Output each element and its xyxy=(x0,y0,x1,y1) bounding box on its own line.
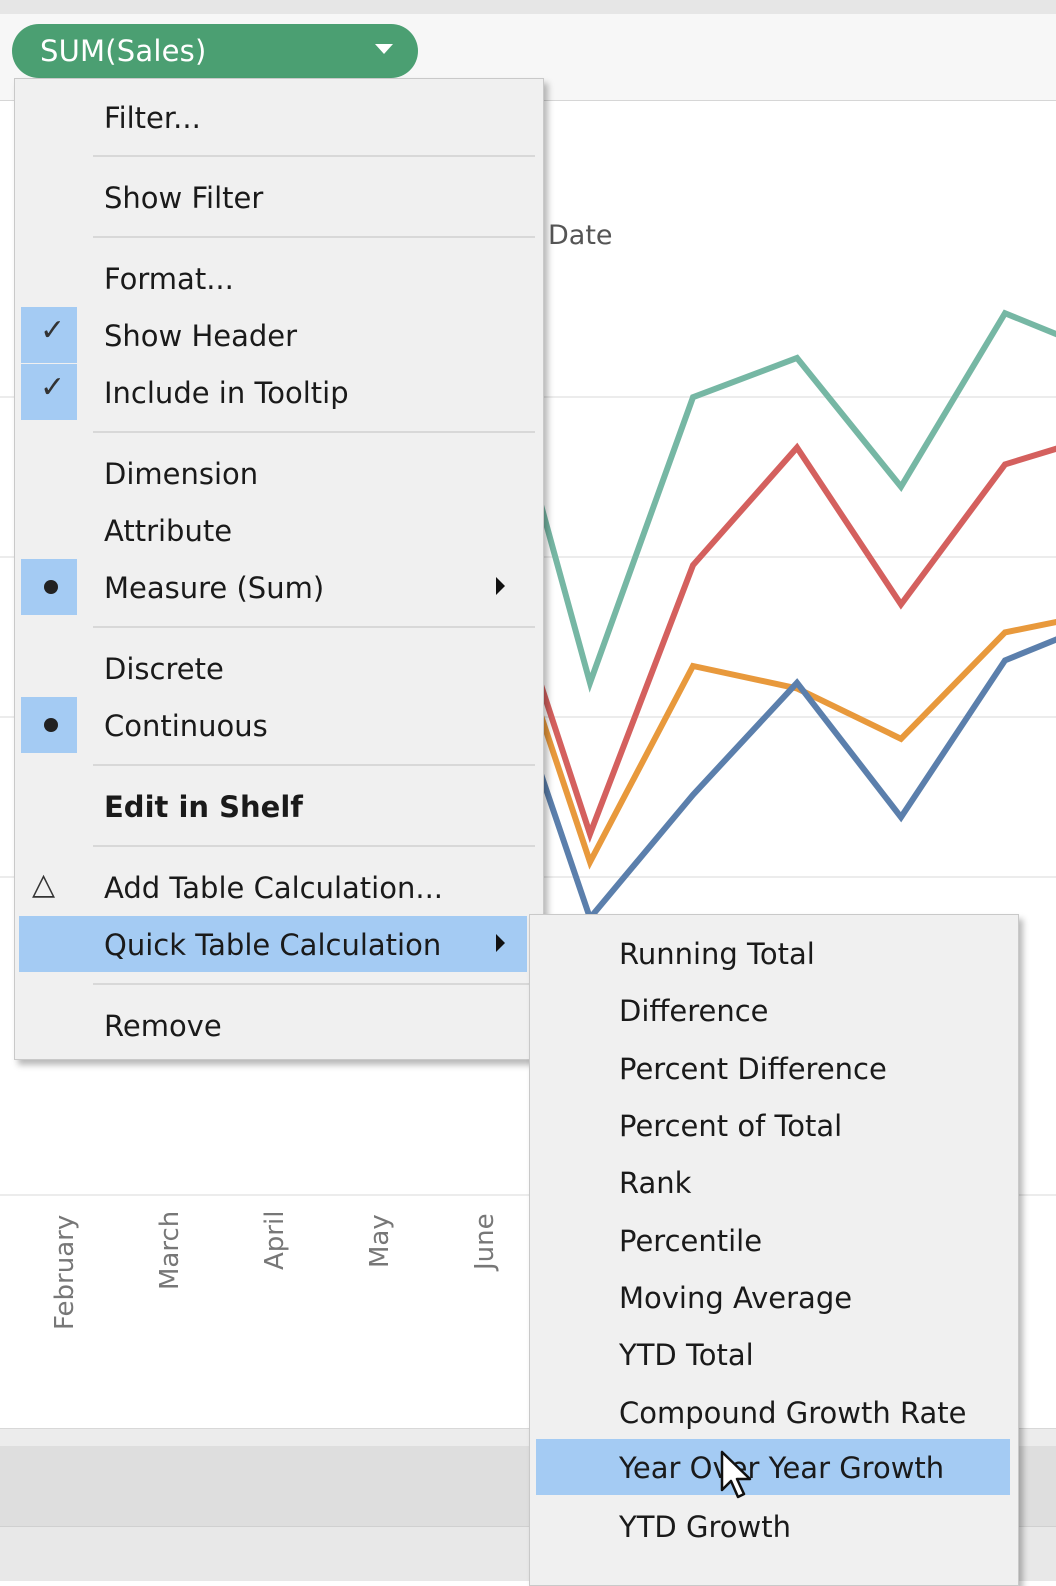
menu-item-format[interactable]: Format... xyxy=(15,250,543,306)
pill-label: SUM(Sales) xyxy=(40,34,207,68)
menu-divider xyxy=(93,431,535,433)
radio-cell xyxy=(21,559,77,615)
menu-item-label: Quick Table Calculation xyxy=(104,928,442,962)
month-label-june: June xyxy=(470,1213,500,1270)
submenu-item-label: Percentile xyxy=(619,1224,763,1258)
menu-item-show-header[interactable]: ✓ Show Header xyxy=(15,307,543,363)
submenu-item-percentile[interactable]: Percentile xyxy=(530,1212,1018,1268)
menu-item-label: Add Table Calculation... xyxy=(104,871,444,905)
menu-item-label: Measure (Sum) xyxy=(104,571,325,605)
menu-divider xyxy=(93,155,535,157)
menu-item-attribute[interactable]: Attribute xyxy=(15,502,543,558)
menu-item-label: Show Header xyxy=(104,319,298,353)
menu-item-add-table-calculation[interactable]: △ Add Table Calculation... xyxy=(15,859,543,915)
month-label-may: May xyxy=(365,1214,395,1268)
menu-item-label: Show Filter xyxy=(104,181,264,215)
submenu-item-label: Percent Difference xyxy=(619,1052,887,1086)
menu-item-label: Include in Tooltip xyxy=(104,376,349,410)
submenu-arrow-icon xyxy=(496,934,505,952)
checkmark-icon: ✓ xyxy=(40,370,66,405)
chart-title-fragment: Date xyxy=(548,220,613,251)
menu-item-label: Continuous xyxy=(104,709,268,743)
menu-item-measure-sum[interactable]: Measure (Sum) xyxy=(15,559,543,615)
month-label-march: March xyxy=(155,1210,185,1290)
menu-item-label: Discrete xyxy=(104,652,224,686)
menu-item-label: Filter... xyxy=(104,101,201,135)
submenu-item-label: Compound Growth Rate xyxy=(619,1396,967,1430)
submenu-item-compound-growth-rate[interactable]: Compound Growth Rate xyxy=(530,1384,1018,1440)
menu-divider xyxy=(93,764,535,766)
month-label-february: February xyxy=(50,1214,80,1330)
menu-item-label: Dimension xyxy=(104,457,259,491)
menu-item-remove[interactable]: Remove xyxy=(15,997,543,1053)
submenu-item-ytd-growth[interactable]: YTD Growth xyxy=(530,1498,1018,1554)
tableau-worksheet: SUM(Sales) Date February March April May… xyxy=(0,0,1056,1586)
submenu-item-label: Year Over Year Growth xyxy=(619,1451,945,1485)
submenu-item-label: Rank xyxy=(619,1166,692,1200)
menu-item-label: Remove xyxy=(104,1009,222,1043)
pill-context-menu: Filter... Show Filter Format... ✓ Show H… xyxy=(14,78,544,1060)
radio-dot-icon xyxy=(44,718,58,732)
checkmark-icon: ✓ xyxy=(40,313,66,348)
submenu-arrow-icon xyxy=(496,577,505,595)
radio-dot-icon xyxy=(44,580,58,594)
menu-item-label: Edit in Shelf xyxy=(104,790,303,824)
submenu-item-ytd-total[interactable]: YTD Total xyxy=(530,1326,1018,1382)
top-toolbar xyxy=(0,0,1056,15)
menu-item-edit-in-shelf[interactable]: Edit in Shelf xyxy=(15,778,543,834)
submenu-item-difference[interactable]: Difference xyxy=(530,982,1018,1038)
radio-cell xyxy=(21,697,77,753)
series-line-3 xyxy=(482,547,1056,870)
menu-divider xyxy=(93,845,535,847)
menu-item-dimension[interactable]: Dimension xyxy=(15,445,543,501)
submenu-item-label: Running Total xyxy=(619,937,815,971)
submenu-item-label: YTD Growth xyxy=(619,1510,791,1544)
menu-divider xyxy=(93,236,535,238)
menu-item-discrete[interactable]: Discrete xyxy=(15,640,543,696)
menu-item-label: Attribute xyxy=(104,514,233,548)
menu-item-label: Format... xyxy=(104,262,234,296)
check-cell: ✓ xyxy=(21,364,77,420)
check-cell: ✓ xyxy=(21,307,77,363)
submenu-item-percent-difference[interactable]: Percent Difference xyxy=(530,1040,1018,1096)
menu-item-quick-table-calculation[interactable]: Quick Table Calculation xyxy=(19,916,527,972)
menu-item-show-filter[interactable]: Show Filter xyxy=(15,169,543,225)
series-line-4 xyxy=(482,609,1056,925)
submenu-item-moving-average[interactable]: Moving Average xyxy=(530,1269,1018,1325)
submenu-item-label: Difference xyxy=(619,994,769,1028)
submenu-item-label: Moving Average xyxy=(619,1281,853,1315)
menu-divider xyxy=(93,626,535,628)
submenu-item-label: YTD Total xyxy=(619,1338,754,1372)
menu-divider xyxy=(93,983,535,985)
mouse-pointer-icon xyxy=(720,1450,752,1499)
menu-item-filter[interactable]: Filter... xyxy=(15,89,543,145)
quick-table-calculation-submenu: Running Total Difference Percent Differe… xyxy=(529,914,1019,1586)
series-line-2 xyxy=(482,442,1056,843)
series-line-1 xyxy=(482,301,1056,693)
menu-item-continuous[interactable]: Continuous xyxy=(15,697,543,753)
pill-dropdown-icon[interactable] xyxy=(375,44,393,54)
menu-item-include-in-tooltip[interactable]: ✓ Include in Tooltip xyxy=(15,364,543,420)
submenu-item-running-total[interactable]: Running Total xyxy=(530,925,1018,981)
submenu-item-year-over-year-growth[interactable]: Year Over Year Growth xyxy=(536,1439,1010,1495)
delta-icon: △ xyxy=(32,867,56,902)
sum-sales-pill[interactable]: SUM(Sales) xyxy=(12,24,418,78)
submenu-item-rank[interactable]: Rank xyxy=(530,1154,1018,1210)
submenu-item-label: Percent of Total xyxy=(619,1109,843,1143)
submenu-item-percent-of-total[interactable]: Percent of Total xyxy=(530,1097,1018,1153)
month-label-april: April xyxy=(260,1210,290,1270)
